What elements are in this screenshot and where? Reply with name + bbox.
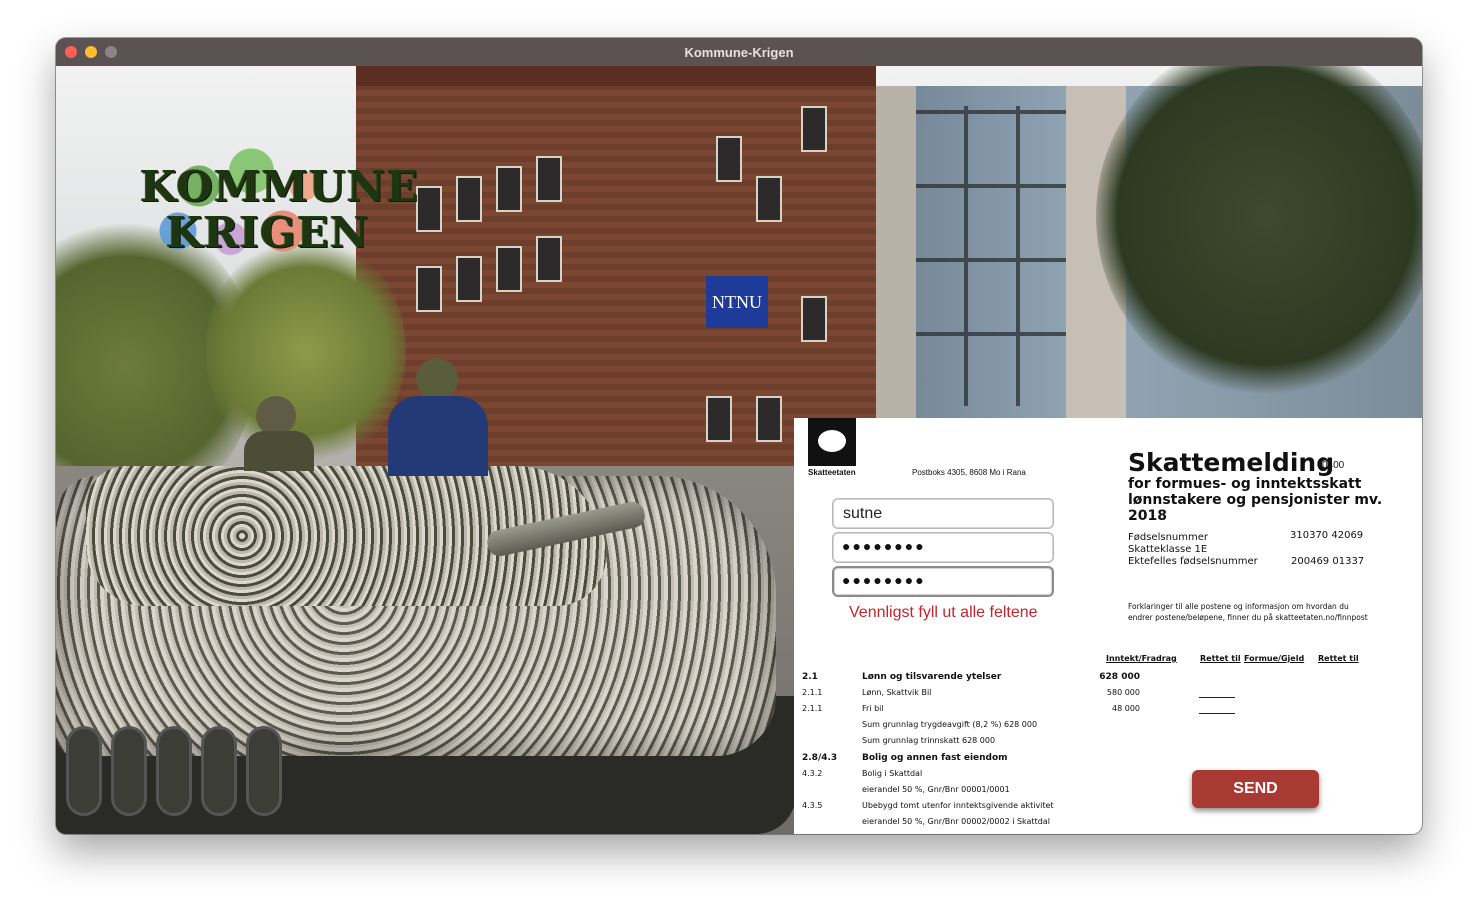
building-window: [801, 106, 827, 152]
send-button[interactable]: SEND: [1192, 770, 1319, 808]
building-window: [716, 136, 742, 182]
brick-roof: [356, 66, 876, 86]
tank-wheel: [246, 726, 282, 816]
glass-facade: [916, 106, 1076, 406]
soldier-uniform: [244, 431, 314, 471]
window-controls: [65, 46, 117, 58]
row-text: Lønn og tilsvarende ytelser: [862, 672, 1002, 682]
form-subtitle: for formues- og inntektsskatt: [1128, 476, 1362, 492]
building-window: [496, 166, 522, 212]
minimize-window-button[interactable]: [85, 46, 97, 58]
building-window: [456, 256, 482, 302]
app-window: Kommune-Krigen NTNU KOMMUNE KRIGEN Skatt…: [56, 38, 1422, 834]
building-window: [706, 396, 732, 442]
info-label: Ektefelles fødselsnummer: [1128, 556, 1258, 567]
row-code: 2.1.1: [802, 688, 823, 697]
row-text: Lønn, Skattvik Bil: [862, 688, 932, 697]
logo-label: Skatteetaten: [808, 468, 856, 477]
column-header: Rettet til: [1200, 654, 1241, 663]
row-text: Sum grunnlag trinnskatt 628 000: [862, 736, 996, 745]
building-window: [801, 296, 827, 342]
building-window: [416, 186, 442, 232]
title-bar: Kommune-Krigen: [56, 38, 1422, 66]
background-scene: NTNU KOMMUNE KRIGEN Skatteetaten Postbok: [56, 66, 1422, 834]
row-value: 628 000: [1099, 672, 1140, 682]
zoom-window-button[interactable]: [105, 46, 117, 58]
column-header: Formue/Gjeld: [1244, 654, 1305, 663]
window-title: Kommune-Krigen: [684, 44, 794, 60]
username-field[interactable]: [832, 498, 1054, 529]
building-window: [536, 156, 562, 202]
building-window: [756, 176, 782, 222]
error-message: Vennligst fyll ut alle feltene: [849, 604, 1038, 621]
blank-line: [1199, 697, 1235, 698]
tank-wheel: [66, 726, 102, 816]
soldier-helmet: [256, 396, 296, 436]
building-window: [416, 266, 442, 312]
tank-wheel: [111, 726, 147, 816]
logo-circle: [818, 430, 846, 452]
row-text: Bolig i Skattdal: [862, 769, 923, 778]
blank-line: [1199, 713, 1235, 714]
tank-wheel: [201, 726, 237, 816]
game-logo: KOMMUNE KRIGEN: [126, 126, 418, 286]
row-text: Fri bil: [862, 704, 884, 713]
row-code: 2.1: [802, 672, 818, 682]
soldier-jacket: [388, 396, 488, 476]
logo-text-line2: KRIGEN: [166, 208, 370, 257]
soldier-helmet: [416, 358, 458, 400]
info-value: 200469 01337: [1291, 556, 1365, 567]
building-window: [756, 396, 782, 442]
ntnu-sign: NTNU: [706, 276, 768, 328]
row-text: eierandel 50 %, Gnr/Bnr 00001/0001: [862, 785, 1010, 794]
row-text: Ubebygd tomt utenfor inntektsgivende akt…: [862, 801, 1054, 810]
row-code: 4.3.5: [802, 801, 823, 810]
form-note: Forklaringer til alle postene og informa…: [1128, 602, 1349, 611]
info-label: Fødselsnummer: [1128, 532, 1208, 543]
column-header: Rettet til: [1318, 654, 1359, 663]
skatteetaten-logo-icon: [808, 418, 856, 466]
row-text: eierandel 50 %, Gnr/Bnr 00002/0002 i Ska…: [862, 817, 1050, 826]
form-subtitle: lønnstakere og pensjonister mv. 2018: [1128, 492, 1383, 524]
tax-form-panel: Skatteetaten Postboks 4305, 8608 Mo i Ra…: [794, 418, 1422, 834]
building-window: [456, 176, 482, 222]
password-field[interactable]: [832, 532, 1054, 563]
info-label: Skatteklasse 1E: [1128, 544, 1208, 555]
row-text: Bolig og annen fast eiendom: [862, 753, 1008, 763]
row-value: 48 000: [1112, 704, 1140, 713]
row-text: Sum grunnlag trygdeavgift (8,2 %) 628 00…: [862, 720, 1038, 729]
row-code: 4.3.2: [802, 769, 823, 778]
building-window: [496, 246, 522, 292]
password-confirm-field[interactable]: [832, 566, 1054, 597]
form-title: Skattemelding: [1128, 448, 1335, 477]
info-value: 310370 42069: [1290, 530, 1364, 541]
postbox-address: Postboks 4305, 8608 Mo i Rana: [912, 468, 1026, 477]
form-code: 0400: [1322, 460, 1345, 471]
row-value: 580 000: [1106, 688, 1140, 697]
close-window-button[interactable]: [65, 46, 77, 58]
logo-text-line1: KOMMUNE: [140, 162, 419, 211]
row-code: 2.1.1: [802, 704, 823, 713]
form-note: endrer postene/beløpene, finner du på sk…: [1128, 613, 1368, 622]
tank-wheel: [156, 726, 192, 816]
building-window: [536, 236, 562, 282]
column-header: Inntekt/Fradrag: [1106, 654, 1177, 663]
row-code: 2.8/4.3: [802, 753, 838, 763]
